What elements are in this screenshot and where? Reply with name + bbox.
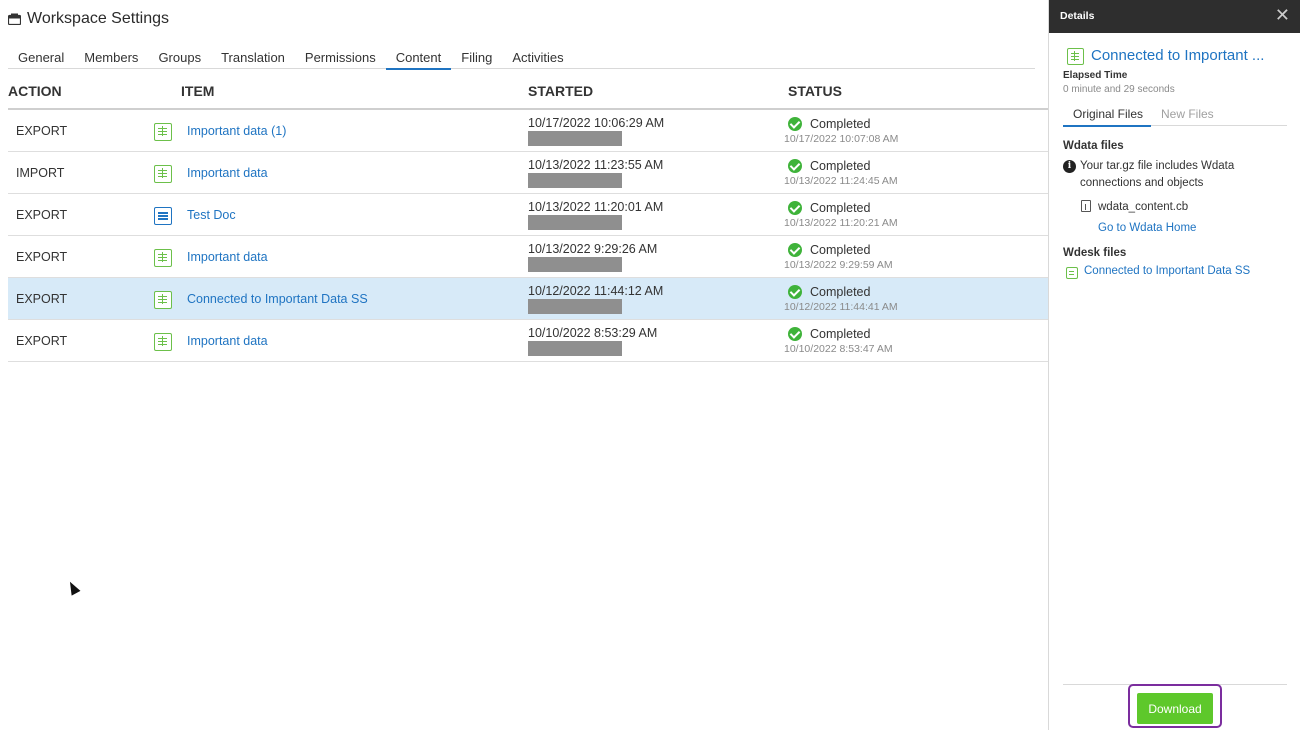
details-tabs: Original Files New Files [1063,107,1287,127]
spreadsheet-icon [154,291,172,309]
tab-content[interactable]: Content [385,47,452,70]
wdata-file-name: wdata_content.cb [1098,201,1189,213]
wdesk-files-heading: Wdesk files [1063,247,1127,259]
document-icon [154,207,172,225]
row-status: Completed [810,117,871,131]
check-circle-icon [788,201,802,215]
elapsed-time-label: Elapsed Time [1063,70,1128,81]
wdata-files-heading: Wdata files [1063,140,1124,152]
table-row[interactable]: EXPORT Important data 10/13/2022 9:29:26… [8,236,1048,278]
tab-permissions[interactable]: Permissions [295,47,386,69]
check-circle-icon [788,117,802,131]
redacted-field [528,131,622,146]
row-started: 10/13/2022 11:20:01 AM [528,200,664,214]
row-started: 10/12/2022 11:44:12 AM [528,284,664,298]
page-header: Workspace Settings [8,10,169,28]
row-status-time: 10/10/2022 8:53:47 AM [784,343,893,355]
spreadsheet-icon [154,165,172,183]
row-started: 10/17/2022 10:06:29 AM [528,116,665,130]
row-action: IMPORT [16,166,65,180]
tab-translation[interactable]: Translation [211,47,295,69]
redacted-field [528,173,622,188]
spreadsheet-icon [154,123,172,141]
row-started: 10/10/2022 8:53:29 AM [528,326,658,340]
details-panel: Details ✕ Connected to Important ... Ela… [1048,0,1300,730]
row-action: EXPORT [16,124,68,138]
row-status-time: 10/13/2022 11:24:45 AM [784,175,898,187]
row-action: EXPORT [16,292,68,306]
row-started: 10/13/2022 11:23:55 AM [528,158,664,172]
settings-tabs: General Members Groups Translation Permi… [8,47,1035,70]
tab-groups[interactable]: Groups [148,47,211,69]
check-circle-icon [788,159,802,173]
workspace-settings-main: Workspace Settings General Members Group… [0,0,1048,730]
file-icon [1081,200,1091,212]
row-status-time: 10/17/2022 10:07:08 AM [784,133,899,145]
row-item-link[interactable]: Test Doc [187,208,236,222]
spreadsheet-icon [1067,48,1084,65]
column-header-item[interactable]: ITEM [181,83,214,99]
column-header-status[interactable]: STATUS [788,83,842,99]
row-status: Completed [810,243,871,257]
elapsed-time-value: 0 minute and 29 seconds [1063,84,1175,95]
row-status-time: 10/13/2022 9:29:59 AM [784,259,893,271]
row-action: EXPORT [16,208,68,222]
row-item-link[interactable]: Important data (1) [187,124,286,138]
row-action: EXPORT [16,250,68,264]
check-circle-icon [788,243,802,257]
content-table: EXPORT Important data (1) 10/17/2022 10:… [8,110,1048,362]
row-status: Completed [810,159,871,173]
download-button[interactable]: Download [1137,693,1213,724]
table-row[interactable]: EXPORT Important data 10/10/2022 8:53:29… [8,320,1048,362]
redacted-field [528,257,622,272]
tab-original-files[interactable]: Original Files [1063,107,1151,127]
workspace-icon [8,13,21,25]
column-header-action[interactable]: ACTION [8,83,62,99]
row-item-link[interactable]: Important data [187,334,268,348]
tab-activities[interactable]: Activities [502,47,573,69]
table-header: ACTION ITEM STARTED STATUS [8,82,1048,110]
check-circle-icon [788,327,802,341]
check-circle-icon [788,285,802,299]
redacted-field [528,299,622,314]
close-icon[interactable]: ✕ [1275,6,1290,24]
tab-general[interactable]: General [8,47,74,69]
redacted-field [528,341,622,356]
row-started: 10/13/2022 9:29:26 AM [528,242,658,256]
tab-filing[interactable]: Filing [451,47,502,69]
row-status: Completed [810,327,871,341]
tab-new-files[interactable]: New Files [1161,107,1214,126]
tab-members[interactable]: Members [74,47,148,69]
row-item-link[interactable]: Important data [187,250,268,264]
go-to-wdata-home-link[interactable]: Go to Wdata Home [1098,222,1196,234]
table-row[interactable]: EXPORT Connected to Important Data SS 10… [8,278,1048,320]
wdesk-file-link[interactable]: Connected to Important Data SS [1084,265,1250,277]
table-row[interactable]: IMPORT Important data 10/13/2022 11:23:5… [8,152,1048,194]
spreadsheet-icon [154,333,172,351]
details-title: Details [1060,10,1095,22]
details-item-title[interactable]: Connected to Important ... [1091,47,1264,64]
table-row[interactable]: EXPORT Test Doc 10/13/2022 11:20:01 AM C… [8,194,1048,236]
redacted-field [528,215,622,230]
wdata-info-text: Your tar.gz file includes Wdata connecti… [1080,160,1235,189]
row-action: EXPORT [16,334,68,348]
info-icon: i [1063,160,1076,173]
row-status-time: 10/13/2022 11:20:21 AM [784,217,898,229]
row-status: Completed [810,285,871,299]
spreadsheet-icon [154,249,172,267]
spreadsheet-icon [1066,267,1078,279]
row-item-link[interactable]: Connected to Important Data SS [187,292,368,306]
details-header: Details ✕ [1049,0,1300,33]
row-status: Completed [810,201,871,215]
page-title: Workspace Settings [27,10,169,27]
column-header-started[interactable]: STARTED [528,83,593,99]
mouse-cursor [65,579,81,596]
table-row[interactable]: EXPORT Important data (1) 10/17/2022 10:… [8,110,1048,152]
row-status-time: 10/12/2022 11:44:41 AM [784,301,898,313]
row-item-link[interactable]: Important data [187,166,268,180]
